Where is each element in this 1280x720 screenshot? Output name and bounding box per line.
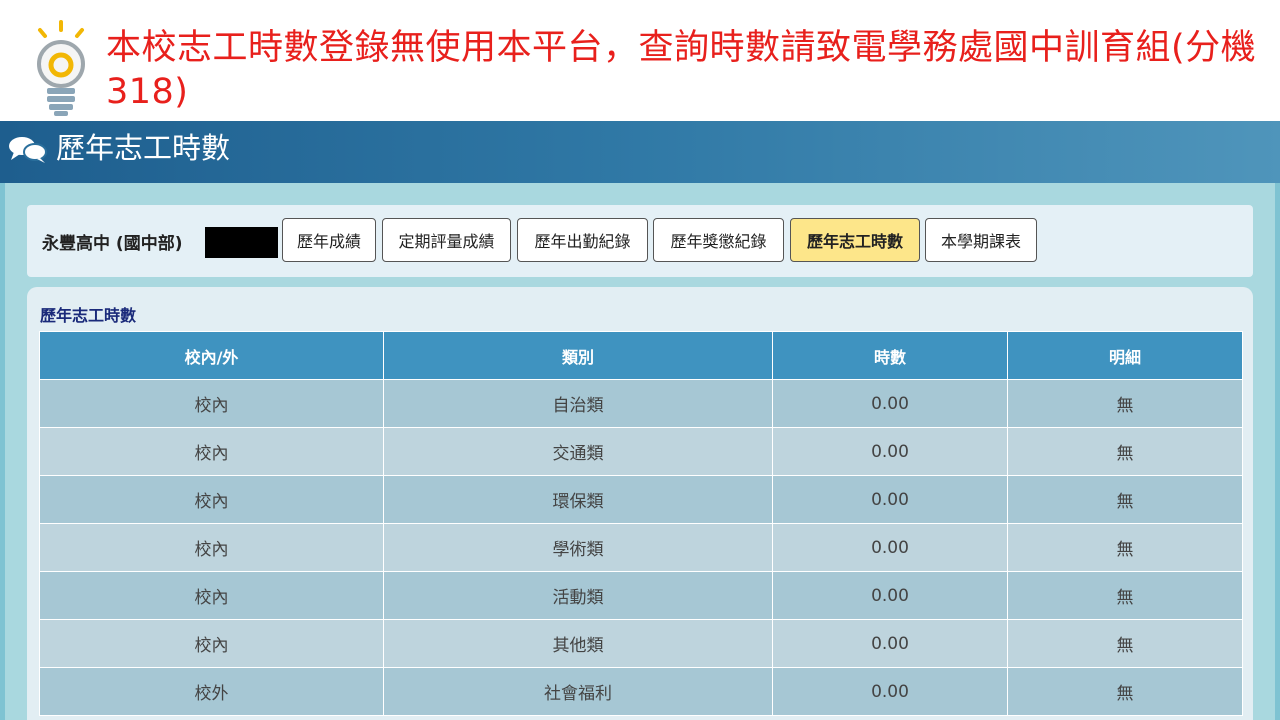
table-cell: 0.00 xyxy=(772,475,1008,524)
table-cell: 自治類 xyxy=(383,379,773,428)
table-row: 校內 環保類 0.00 無 xyxy=(39,475,1243,524)
table-cell: 無 xyxy=(1007,619,1243,668)
table-cell: 無 xyxy=(1007,667,1243,716)
tab-exam-grades[interactable]: 定期評量成績 xyxy=(382,218,511,262)
table-cell: 活動類 xyxy=(383,571,773,620)
table-cell: 0.00 xyxy=(772,379,1008,428)
table-cell: 無 xyxy=(1007,427,1243,476)
tab-volunteer-hours[interactable]: 歷年志工時數 xyxy=(790,218,920,262)
panel-title: 歷年志工時數 xyxy=(40,306,137,325)
table-row: 校外 社會福利 0.00 無 xyxy=(39,667,1243,716)
table-row: 校內 自治類 0.00 無 xyxy=(39,379,1243,428)
volunteer-hours-table: 校內/外 類別 時數 明細 校內 自治類 0.00 無 校內 交通類 0.00 … xyxy=(39,331,1243,716)
lightbulb-icon xyxy=(37,20,85,116)
table-cell: 校內 xyxy=(39,619,384,668)
table-cell: 校外 xyxy=(39,667,384,716)
table-cell: 0.00 xyxy=(772,427,1008,476)
table-cell: 無 xyxy=(1007,475,1243,524)
page-title: 歷年志工時數 xyxy=(56,131,231,165)
redacted-student-name xyxy=(205,227,278,258)
column-header: 時數 xyxy=(772,331,1008,380)
table-cell: 其他類 xyxy=(383,619,773,668)
table-cell: 0.00 xyxy=(772,571,1008,620)
column-header: 類別 xyxy=(383,331,773,380)
table-cell: 環保類 xyxy=(383,475,773,524)
table-cell: 0.00 xyxy=(772,619,1008,668)
table-cell: 校內 xyxy=(39,571,384,620)
table-cell: 校內 xyxy=(39,475,384,524)
tab-grades[interactable]: 歷年成績 xyxy=(282,218,376,262)
tab-attendance[interactable]: 歷年出勤紀錄 xyxy=(517,218,648,262)
table-cell: 學術類 xyxy=(383,523,773,572)
table-cell: 0.00 xyxy=(772,523,1008,572)
comments-icon xyxy=(9,137,47,163)
table-cell: 社會福利 xyxy=(383,667,773,716)
column-header: 校內/外 xyxy=(39,331,384,380)
table-cell: 交通類 xyxy=(383,427,773,476)
column-header: 明細 xyxy=(1007,331,1243,380)
table-row: 校內 活動類 0.00 無 xyxy=(39,571,1243,620)
table-cell: 無 xyxy=(1007,523,1243,572)
notice-text: 本校志工時數登錄無使用本平台，查詢時數請致電學務處國中訓育組(分機318) xyxy=(106,28,1257,112)
table-row: 校內 其他類 0.00 無 xyxy=(39,619,1243,668)
table-row: 校內 交通類 0.00 無 xyxy=(39,427,1243,476)
tab-schedule[interactable]: 本學期課表 xyxy=(925,218,1037,262)
table-row: 校內 學術類 0.00 無 xyxy=(39,523,1243,572)
table-cell: 0.00 xyxy=(772,667,1008,716)
table-cell: 無 xyxy=(1007,379,1243,428)
table-cell: 無 xyxy=(1007,571,1243,620)
school-name: 永豐高中 (國中部) xyxy=(42,234,183,254)
table-cell: 校內 xyxy=(39,427,384,476)
table-cell: 校內 xyxy=(39,379,384,428)
tab-rewards[interactable]: 歷年獎懲紀錄 xyxy=(653,218,784,262)
notice-banner: 本校志工時數登錄無使用本平台，查詢時數請致電學務處國中訓育組(分機318) xyxy=(0,0,1280,121)
table-header-row: 校內/外 類別 時數 明細 xyxy=(39,331,1243,380)
table-cell: 校內 xyxy=(39,523,384,572)
